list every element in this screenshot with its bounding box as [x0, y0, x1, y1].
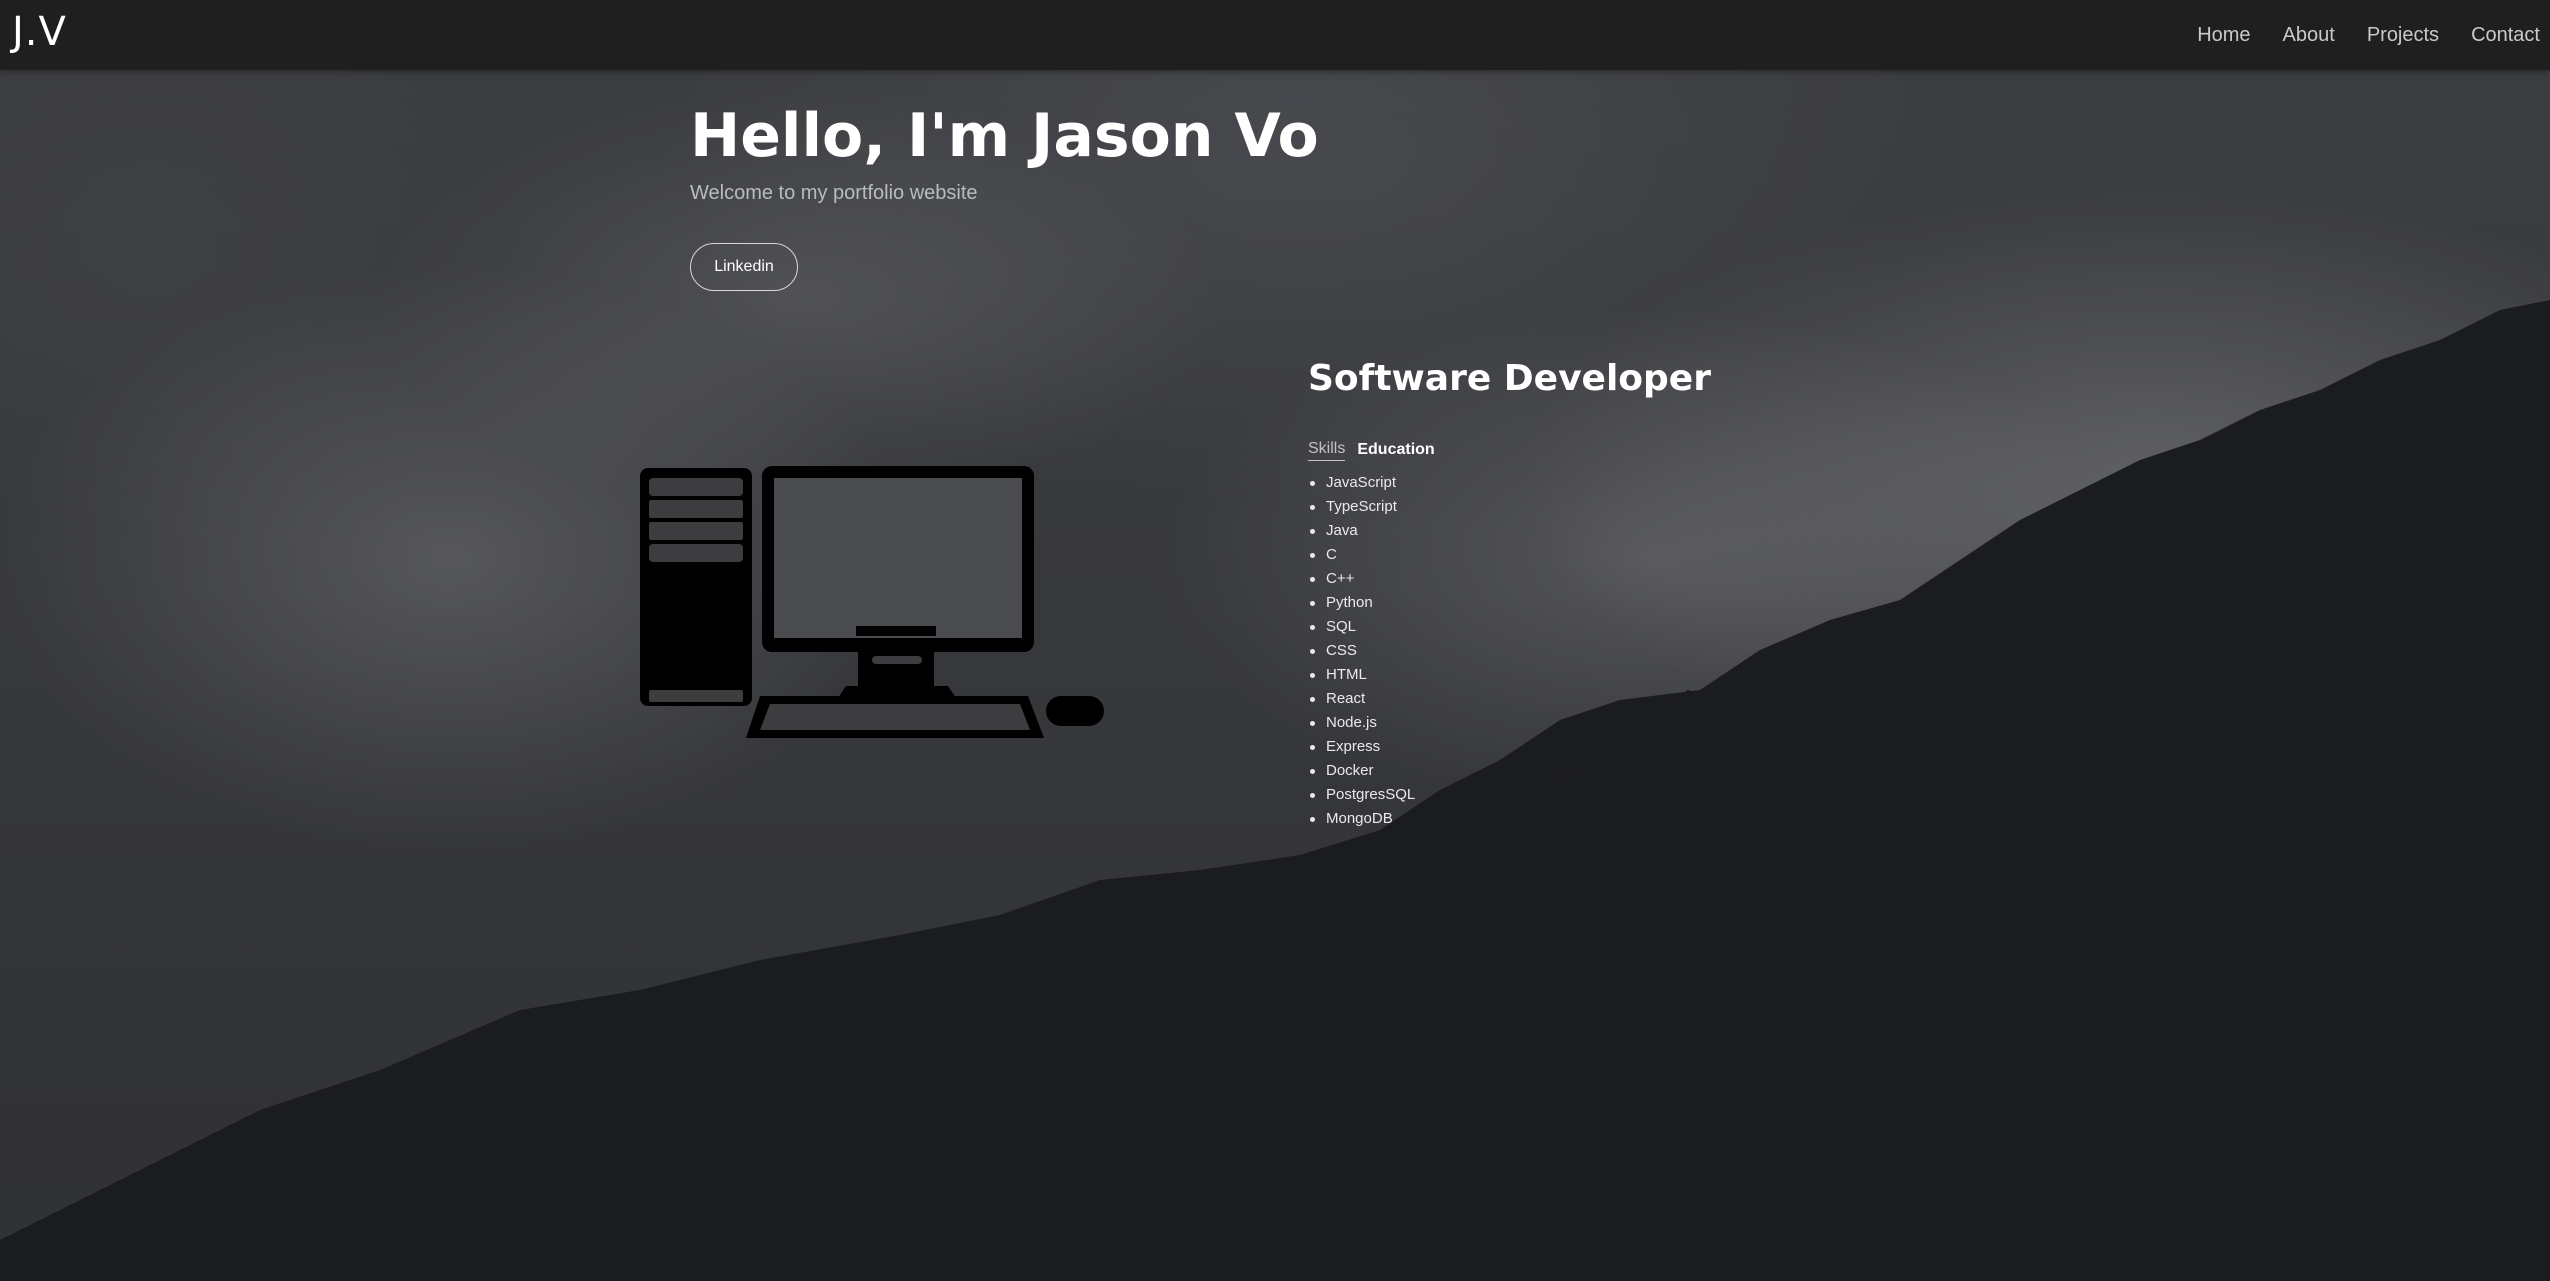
nav-about-link[interactable]: About	[2283, 24, 2335, 47]
skill-item: CSS	[1310, 639, 1711, 663]
skill-item: PostgresSQL	[1310, 783, 1711, 807]
skill-item: JavaScript	[1310, 471, 1711, 495]
desktop-computer-icon	[640, 466, 1104, 738]
skill-item: Express	[1310, 735, 1711, 759]
nav-links: Home About Projects Contact	[2197, 0, 2550, 70]
nav-home-link[interactable]: Home	[2197, 24, 2250, 47]
skill-item: C	[1310, 543, 1711, 567]
skill-item: Java	[1310, 519, 1711, 543]
skill-item: TypeScript	[1310, 495, 1711, 519]
hero-subtitle: Welcome to my portfolio website	[690, 182, 978, 204]
skill-item: C++	[1310, 567, 1711, 591]
top-navbar: J.V Home About Projects Contact	[0, 0, 2550, 70]
brand-logo[interactable]: J.V	[12, 6, 67, 58]
skill-item: Python	[1310, 591, 1711, 615]
tab-skills[interactable]: Skills	[1308, 440, 1346, 461]
skill-item: SQL	[1310, 615, 1711, 639]
developer-section: Software Developer Skills Education Java…	[1308, 354, 1711, 831]
skill-item: Docker	[1310, 759, 1711, 783]
skill-item: React	[1310, 687, 1711, 711]
tab-education[interactable]: Education	[1357, 441, 1434, 461]
skills-list: JavaScript TypeScript Java C C++ Python …	[1308, 471, 1711, 831]
linkedin-button[interactable]: Linkedin	[690, 243, 798, 291]
hero-title: Hello, I'm Jason Vo	[690, 101, 1319, 171]
hero-section: Hello, I'm Jason Vo Welcome to my portfo…	[690, 100, 1319, 291]
skill-item: HTML	[1310, 663, 1711, 687]
nav-contact-link[interactable]: Contact	[2471, 24, 2540, 47]
developer-title: Software Developer	[1308, 358, 1711, 399]
nav-projects-link[interactable]: Projects	[2367, 24, 2439, 47]
skill-item: MongoDB	[1310, 807, 1711, 831]
developer-tabs: Skills Education	[1308, 440, 1711, 461]
skill-item: Node.js	[1310, 711, 1711, 735]
